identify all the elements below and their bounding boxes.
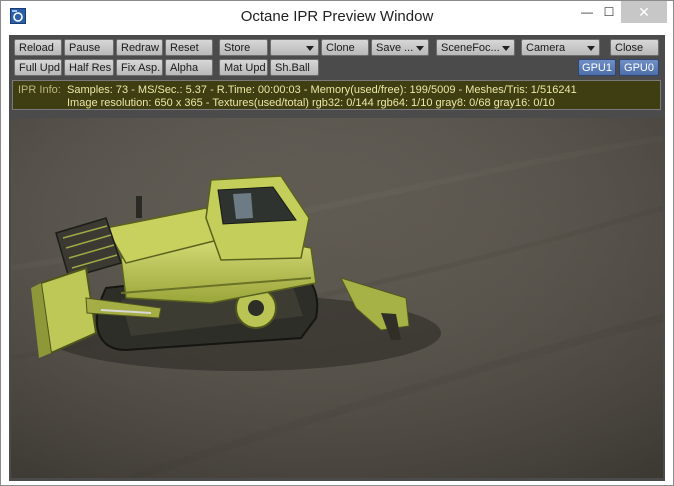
camera-select-label: Camera xyxy=(526,42,566,54)
fix-aspect-button[interactable]: Fix Asp. xyxy=(116,59,163,76)
reset-button[interactable]: Reset xyxy=(165,39,213,56)
pause-button[interactable]: Pause xyxy=(64,39,114,56)
maximize-button[interactable]: ☐ xyxy=(595,1,623,23)
clone-button[interactable]: Clone xyxy=(321,39,369,56)
title-bar[interactable]: Octane IPR Preview Window — ☐ ✕ xyxy=(1,1,673,33)
render-image xyxy=(11,118,663,478)
chevron-down-icon xyxy=(587,46,595,51)
chevron-down-icon xyxy=(416,46,424,51)
render-viewport[interactable] xyxy=(11,118,663,478)
shader-ball-button[interactable]: Sh.Ball xyxy=(270,59,319,76)
save-select-label: Save ... xyxy=(376,42,414,54)
half-res-button[interactable]: Half Res xyxy=(64,59,114,76)
ipr-preview-window: Octane IPR Preview Window — ☐ ✕ Reload P… xyxy=(0,0,674,486)
store-button[interactable]: Store xyxy=(219,39,268,56)
close-window-button[interactable]: ✕ xyxy=(621,1,667,23)
mat-update-button[interactable]: Mat Upd xyxy=(219,59,268,76)
store-select[interactable] xyxy=(270,39,319,56)
gpu1-toggle[interactable]: GPU1 xyxy=(578,59,616,76)
gpu0-toggle[interactable]: GPU0 xyxy=(619,59,659,76)
chevron-down-icon xyxy=(502,46,510,51)
ipr-info-stats: Samples: 73 - MS/Sec.: 5.37 - R.Time: 00… xyxy=(67,84,577,96)
save-select[interactable]: Save ... xyxy=(371,39,429,56)
scene-focus-select[interactable]: SceneFoc... xyxy=(436,39,515,56)
alpha-button[interactable]: Alpha xyxy=(165,59,213,76)
full-update-button[interactable]: Full Upd. xyxy=(14,59,62,76)
camera-select[interactable]: Camera xyxy=(521,39,600,56)
chevron-down-icon xyxy=(306,46,314,51)
octane-panel: Reload Pause Redraw Reset Store Clone Sa… xyxy=(9,35,665,481)
redraw-button[interactable]: Redraw xyxy=(116,39,163,56)
reload-button[interactable]: Reload xyxy=(14,39,62,56)
scene-focus-select-label: SceneFoc... xyxy=(441,42,500,54)
ipr-info-label: IPR Info: xyxy=(18,84,61,96)
ipr-info-resolution: Image resolution: 650 x 365 - Textures(u… xyxy=(67,97,555,109)
ipr-info-panel: IPR Info: Samples: 73 - MS/Sec.: 5.37 - … xyxy=(12,80,661,110)
close-button[interactable]: Close xyxy=(610,39,659,56)
